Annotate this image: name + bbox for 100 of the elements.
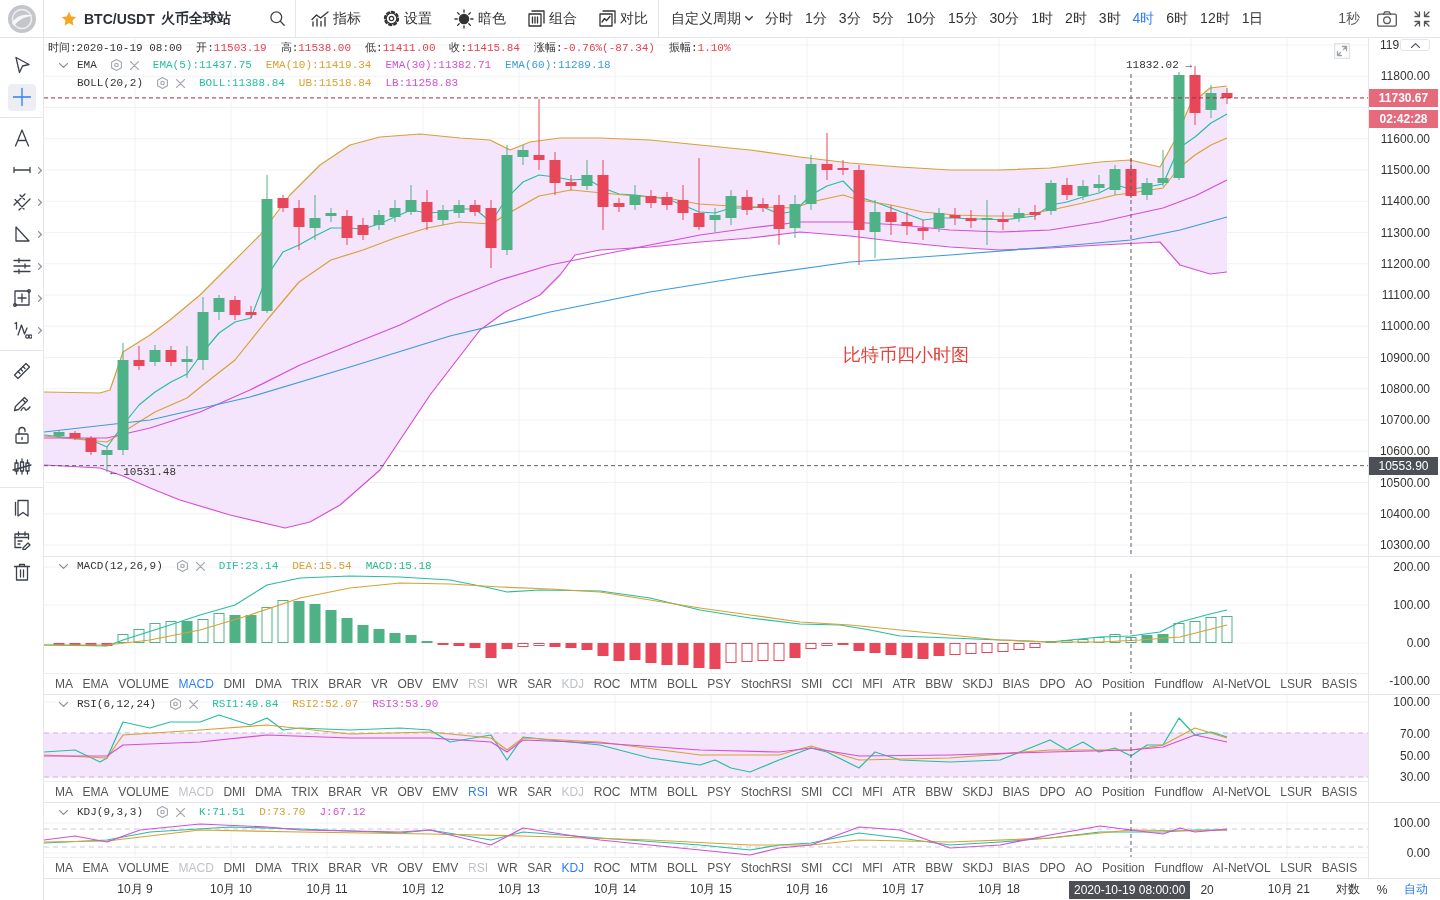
indicator-tab[interactable]: EMV bbox=[432, 785, 459, 799]
period-tab[interactable]: 3分 bbox=[838, 9, 861, 28]
indicator-tab[interactable]: ATR bbox=[892, 861, 916, 875]
close-icon[interactable] bbox=[176, 78, 185, 88]
indicator-tab[interactable]: DMA bbox=[255, 677, 282, 691]
chevron-down-icon[interactable] bbox=[59, 809, 68, 815]
indicator-tab[interactable]: ROC bbox=[593, 785, 621, 799]
settings-icon[interactable] bbox=[157, 77, 168, 89]
settings-button[interactable]: 设置 bbox=[383, 9, 432, 28]
indicator-tab[interactable]: CCI bbox=[832, 861, 853, 875]
indicator-tab[interactable]: BIAS bbox=[1002, 677, 1030, 691]
indicator-tab[interactable]: WR bbox=[497, 677, 518, 691]
indicator-tab[interactable]: TRIX bbox=[291, 785, 319, 799]
indicator-tab[interactable]: MA bbox=[55, 861, 73, 875]
settings-icon[interactable] bbox=[157, 806, 168, 818]
indicator-tab[interactable]: Fundflow bbox=[1154, 861, 1203, 875]
indicator-tab[interactable]: OBV bbox=[397, 677, 423, 691]
indicator-tab[interactable]: DPO bbox=[1039, 785, 1066, 799]
custom-period-dropdown[interactable]: 自定义周期 bbox=[671, 9, 753, 28]
indicator-tab[interactable]: RSI bbox=[467, 785, 488, 799]
indicator-tab[interactable]: TRIX bbox=[291, 677, 319, 691]
settings-icon[interactable] bbox=[110, 59, 122, 71]
indicator-tab[interactable]: LSUR bbox=[1280, 861, 1313, 875]
axis-scale-option[interactable]: 自动 bbox=[1404, 881, 1429, 898]
dark-mode-button[interactable]: 暗色 bbox=[454, 8, 506, 29]
settings-icon[interactable] bbox=[176, 560, 188, 572]
indicator-tab[interactable]: BRAR bbox=[328, 677, 362, 691]
indicator-tab[interactable]: LSUR bbox=[1280, 677, 1313, 691]
symbol-name[interactable]: BTC/USDT bbox=[84, 10, 155, 27]
indicator-tab[interactable]: BBW bbox=[925, 677, 953, 691]
camera-icon[interactable] bbox=[1377, 10, 1397, 27]
indicator-tab[interactable]: StochRSI bbox=[740, 677, 792, 691]
indicator-tab[interactable]: OBV bbox=[397, 785, 423, 799]
indicator-tab[interactable]: EMV bbox=[432, 861, 459, 875]
indicator-tab[interactable]: AO bbox=[1075, 861, 1093, 875]
period-tab[interactable]: 1时 bbox=[1031, 9, 1053, 28]
indicator-tab[interactable]: StochRSI bbox=[740, 861, 792, 875]
indicator-tab[interactable]: AI-NetVOL bbox=[1212, 861, 1271, 875]
indicator-tab[interactable]: DMI bbox=[223, 677, 246, 691]
indicator-tab[interactable]: MTM bbox=[630, 677, 658, 691]
indicator-tab[interactable]: ATR bbox=[892, 677, 916, 691]
indicator-tab[interactable]: SAR bbox=[527, 861, 552, 875]
period-tab[interactable]: 1分 bbox=[805, 9, 827, 28]
indicator-tab[interactable]: StochRSI bbox=[740, 785, 792, 799]
indicator-tab[interactable]: BRAR bbox=[328, 785, 362, 799]
settings-icon[interactable] bbox=[170, 698, 182, 710]
refresh-interval-button[interactable]: 1秒 bbox=[1338, 9, 1360, 28]
close-icon[interactable] bbox=[176, 807, 185, 817]
logo-icon[interactable] bbox=[7, 4, 36, 33]
indicator-tab[interactable]: BASIS bbox=[1321, 785, 1358, 799]
period-tab[interactable]: 2时 bbox=[1064, 9, 1087, 28]
indicator-tab[interactable]: DMI bbox=[223, 785, 246, 799]
indicator-tab[interactable]: TRIX bbox=[291, 861, 319, 875]
indicator-tab[interactable]: Position bbox=[1102, 677, 1145, 691]
indicator-tab[interactable]: VOLUME bbox=[118, 861, 169, 875]
layout-button[interactable]: 组合 bbox=[528, 9, 577, 28]
exit-fullscreen-icon[interactable] bbox=[1414, 10, 1430, 27]
indicator-tab[interactable]: SMI bbox=[801, 677, 823, 691]
indicator-tab[interactable]: MFI bbox=[862, 677, 883, 691]
indicator-tab[interactable]: LSUR bbox=[1280, 785, 1313, 799]
indicator-tab[interactable]: BOLL bbox=[666, 677, 698, 691]
indicator-tab[interactable]: BRAR bbox=[328, 861, 362, 875]
indicator-tab[interactable]: BBW bbox=[925, 785, 953, 799]
indicator-tab[interactable]: CCI bbox=[832, 785, 853, 799]
indicator-tab[interactable]: VR bbox=[371, 785, 388, 799]
indicator-tab[interactable]: MFI bbox=[862, 785, 883, 799]
period-tab[interactable]: 12时 bbox=[1200, 9, 1230, 28]
indicator-tab[interactable]: MA bbox=[55, 677, 73, 691]
indicator-tab[interactable]: Position bbox=[1102, 785, 1145, 799]
period-tab[interactable]: 15分 bbox=[947, 9, 978, 28]
maximize-icon[interactable] bbox=[1334, 43, 1350, 59]
close-icon[interactable] bbox=[129, 60, 139, 70]
indicator-tab[interactable]: PSY bbox=[707, 861, 732, 875]
indicator-tab[interactable]: DMA bbox=[255, 861, 282, 875]
indicator-tab[interactable]: MACD bbox=[178, 677, 214, 691]
indicator-tab[interactable]: PSY bbox=[707, 677, 732, 691]
indicator-tab[interactable]: SAR bbox=[527, 785, 552, 799]
period-tab[interactable]: 5分 bbox=[872, 9, 895, 28]
indicator-tab[interactable]: WR bbox=[497, 785, 518, 799]
indicator-tab[interactable]: AO bbox=[1075, 677, 1093, 691]
indicator-tab[interactable]: EMA bbox=[82, 677, 109, 691]
indicator-tab[interactable]: OBV bbox=[397, 861, 423, 875]
period-tab[interactable]: 30分 bbox=[989, 9, 1020, 28]
compare-button[interactable]: 对比 bbox=[599, 9, 648, 28]
indicator-tab[interactable]: AO bbox=[1075, 785, 1093, 799]
indicator-tab[interactable]: ROC bbox=[593, 677, 621, 691]
indicator-tab[interactable]: Fundflow bbox=[1154, 677, 1203, 691]
period-tab[interactable]: 分时 bbox=[765, 9, 793, 28]
indicator-tab[interactable]: SMI bbox=[801, 785, 823, 799]
indicator-tab[interactable]: PSY bbox=[707, 785, 732, 799]
indicator-tab[interactable]: BASIS bbox=[1321, 677, 1358, 691]
period-tab[interactable]: 4时 bbox=[1132, 9, 1155, 28]
indicator-tab[interactable]: Position bbox=[1102, 861, 1145, 875]
close-icon[interactable] bbox=[195, 561, 205, 571]
chevron-down-icon[interactable] bbox=[59, 563, 68, 569]
indicator-tab[interactable]: EMV bbox=[432, 677, 459, 691]
close-icon[interactable] bbox=[189, 699, 199, 709]
indicator-tab[interactable]: EMA bbox=[82, 785, 109, 799]
indicator-tab[interactable]: BASIS bbox=[1321, 861, 1358, 875]
indicator-tab[interactable]: MTM bbox=[630, 785, 658, 799]
